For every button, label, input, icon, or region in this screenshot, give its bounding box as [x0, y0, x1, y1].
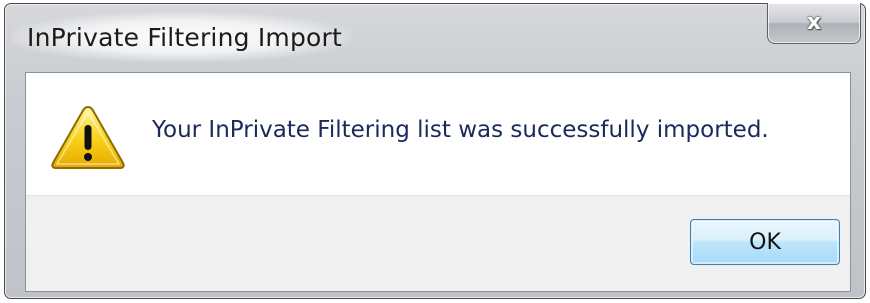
dialog-client-area: Your InPrivate Filtering list was succes…: [25, 72, 851, 292]
warning-icon: [51, 105, 125, 169]
close-button[interactable]: x: [767, 3, 861, 44]
message-panel: Your InPrivate Filtering list was succes…: [26, 73, 850, 196]
dialog-window: InPrivate Filtering Import x Your InPriv…: [4, 3, 866, 299]
window-title: InPrivate Filtering Import: [27, 23, 343, 52]
title-bar[interactable]: InPrivate Filtering Import x: [5, 3, 865, 66]
dialog-message: Your InPrivate Filtering list was succes…: [152, 117, 769, 143]
ok-button[interactable]: OK: [690, 219, 840, 265]
ok-button-label: OK: [749, 229, 781, 255]
close-icon: x: [806, 10, 822, 35]
